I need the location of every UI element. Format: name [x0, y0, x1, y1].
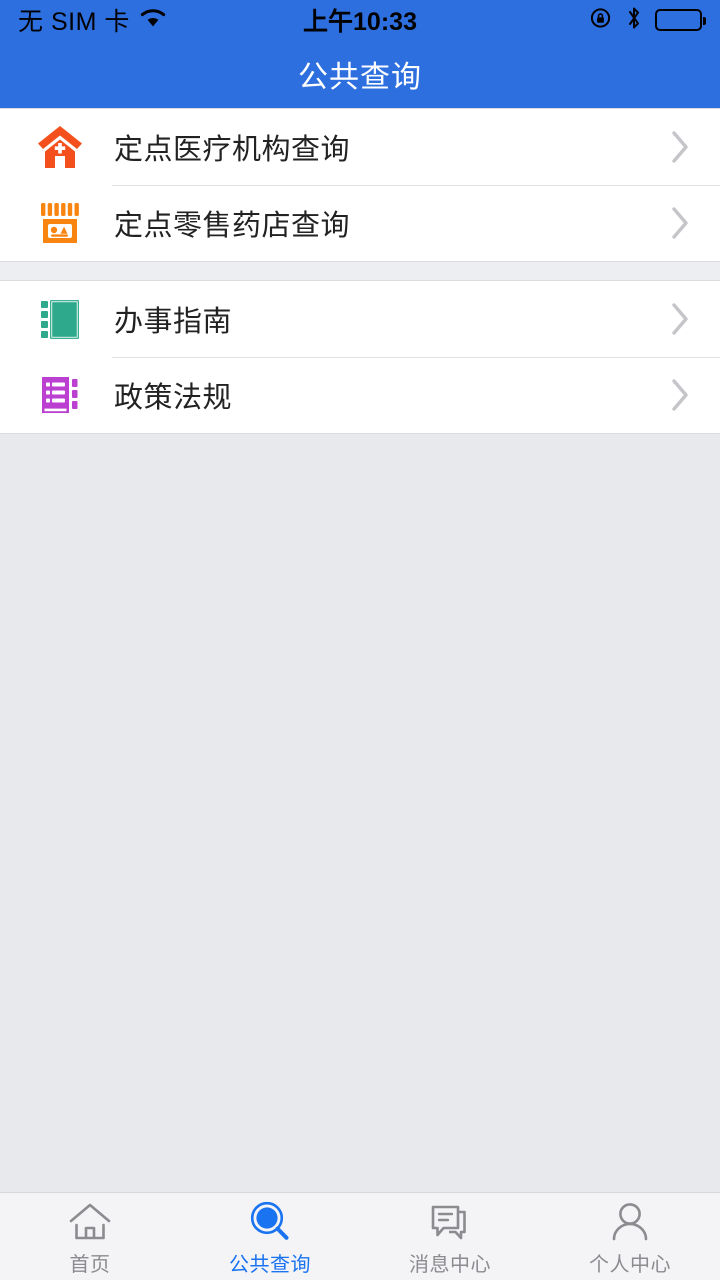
bluetooth-icon: [626, 5, 642, 36]
tab-home[interactable]: 首页: [0, 1193, 180, 1280]
bottom-tab-bar: 首页 公共查询 消息中心 个人中心: [0, 1192, 720, 1280]
wifi-icon: [139, 8, 167, 33]
search-icon: [247, 1200, 293, 1244]
rotation-lock-icon: [589, 6, 613, 35]
section-separator: [0, 262, 720, 280]
list-item-medical-institution[interactable]: 定点医疗机构查询: [0, 109, 720, 185]
battery-icon: [655, 9, 707, 31]
guide-book-icon: [32, 296, 88, 342]
person-icon: [608, 1200, 652, 1244]
list-item-label: 政策法规: [114, 382, 233, 414]
list-item-guide[interactable]: 办事指南: [0, 281, 720, 357]
chevron-right-icon: [666, 378, 696, 412]
status-bar-center: 上午10:33: [303, 2, 417, 38]
chevron-right-icon: [666, 130, 696, 164]
tab-profile[interactable]: 个人中心: [540, 1193, 720, 1280]
home-icon: [67, 1200, 113, 1244]
menu-section-services: 定点医疗机构查询 定点零售药店查询: [0, 108, 720, 262]
content-area: 定点医疗机构查询 定点零售药店查询 办事指南 政策法规: [0, 108, 720, 1192]
chevron-right-icon: [666, 206, 696, 240]
list-item-label: 定点医疗机构查询: [114, 134, 351, 166]
carrier-label: 无 SIM 卡: [18, 8, 130, 36]
tab-label: 首页: [69, 1254, 111, 1276]
nav-header: 公共查询: [0, 40, 720, 108]
clock-label: 上午10:33: [303, 8, 417, 36]
policy-book-icon: [32, 372, 88, 418]
tab-message-center[interactable]: 消息中心: [360, 1193, 540, 1280]
pharmacy-store-icon: [32, 200, 88, 246]
menu-section-information: 办事指南 政策法规: [0, 280, 720, 434]
page-title: 公共查询: [298, 61, 422, 94]
chevron-right-icon: [666, 302, 696, 336]
status-bar-left: 无 SIM 卡: [18, 2, 303, 38]
list-item-label: 定点零售药店查询: [114, 210, 351, 242]
status-bar-right: [417, 5, 707, 36]
list-item-policy[interactable]: 政策法规: [0, 357, 720, 433]
list-item-label: 办事指南: [114, 306, 233, 338]
app-screen: 无 SIM 卡 上午10:33 公共查询 定点医疗机构查询 定点零售药店查询 办…: [0, 0, 720, 1280]
list-item-pharmacy[interactable]: 定点零售药店查询: [0, 185, 720, 261]
tab-label: 公共查询: [229, 1254, 311, 1276]
hospital-house-icon: [32, 124, 88, 170]
message-icon: [427, 1200, 473, 1244]
tab-label: 消息中心: [409, 1254, 491, 1276]
status-bar: 无 SIM 卡 上午10:33: [0, 0, 720, 40]
tab-label: 个人中心: [589, 1254, 671, 1276]
tab-public-query[interactable]: 公共查询: [180, 1193, 360, 1280]
